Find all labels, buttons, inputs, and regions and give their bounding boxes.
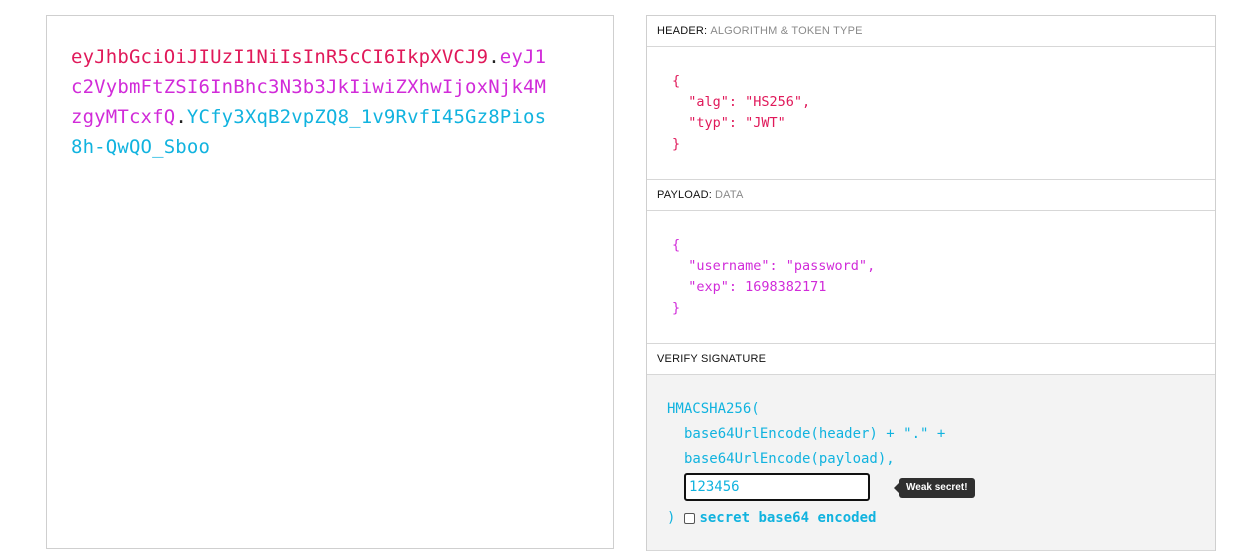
json-line: "username": "password",: [672, 258, 876, 274]
json-line: }: [672, 300, 681, 316]
encoded-token[interactable]: eyJhbGciOiJIUzI1NiIsInR5cCI6IkpXVCJ9.eyJ…: [71, 42, 549, 162]
encoded-panel[interactable]: eyJhbGciOiJIUzI1NiIsInR5cCI6IkpXVCJ9.eyJ…: [46, 15, 614, 549]
token-dot: .: [488, 46, 500, 68]
payload-json[interactable]: { "username": "password", "exp": 1698382…: [647, 211, 1215, 344]
base64-checkbox-label[interactable]: secret base64 encoded: [699, 506, 876, 531]
decoded-panel: HEADER: ALGORITHM & TOKEN TYPE { "alg": "…: [646, 15, 1216, 551]
json-line: "typ": "JWT": [672, 115, 786, 131]
secret-input[interactable]: [684, 473, 870, 501]
token-dot: .: [175, 106, 187, 128]
json-line: {: [672, 237, 681, 253]
verify-section-title: VERIFY SIGNATURE: [647, 344, 1215, 375]
header-title: HEADER:: [657, 25, 708, 37]
payload-title: PAYLOAD:: [657, 189, 712, 201]
payload-section-title: PAYLOAD: DATA: [647, 180, 1215, 211]
verify-title: VERIFY SIGNATURE: [657, 353, 767, 365]
json-line: }: [672, 136, 681, 152]
json-line: {: [672, 73, 681, 89]
payload-subtitle: DATA: [715, 189, 744, 201]
close-row: ) secret base64 encoded: [667, 506, 1215, 531]
secret-row: Weak secret!: [667, 472, 1215, 506]
header-json[interactable]: { "alg": "HS256", "typ": "JWT" }: [647, 47, 1215, 180]
json-line: "exp": 1698382171: [672, 279, 827, 295]
verify-signature-body: HMACSHA256( base64UrlEncode(header) + ".…: [647, 375, 1215, 551]
close-paren: ): [667, 510, 676, 526]
header-subtitle: ALGORITHM & TOKEN TYPE: [710, 25, 863, 37]
hmac-call: HMACSHA256(: [667, 401, 760, 417]
weak-secret-tooltip: Weak secret!: [894, 478, 975, 498]
encode-header-line: base64UrlEncode(header) + "." +: [684, 426, 946, 442]
encode-payload-line: base64UrlEncode(payload),: [684, 451, 895, 467]
json-line: "alg": "HS256",: [672, 94, 811, 110]
header-section-title: HEADER: ALGORITHM & TOKEN TYPE: [647, 16, 1215, 47]
token-header-part: eyJhbGciOiJIUzI1NiIsInR5cCI6IkpXVCJ9: [71, 46, 489, 68]
base64-checkbox[interactable]: [684, 513, 696, 524]
